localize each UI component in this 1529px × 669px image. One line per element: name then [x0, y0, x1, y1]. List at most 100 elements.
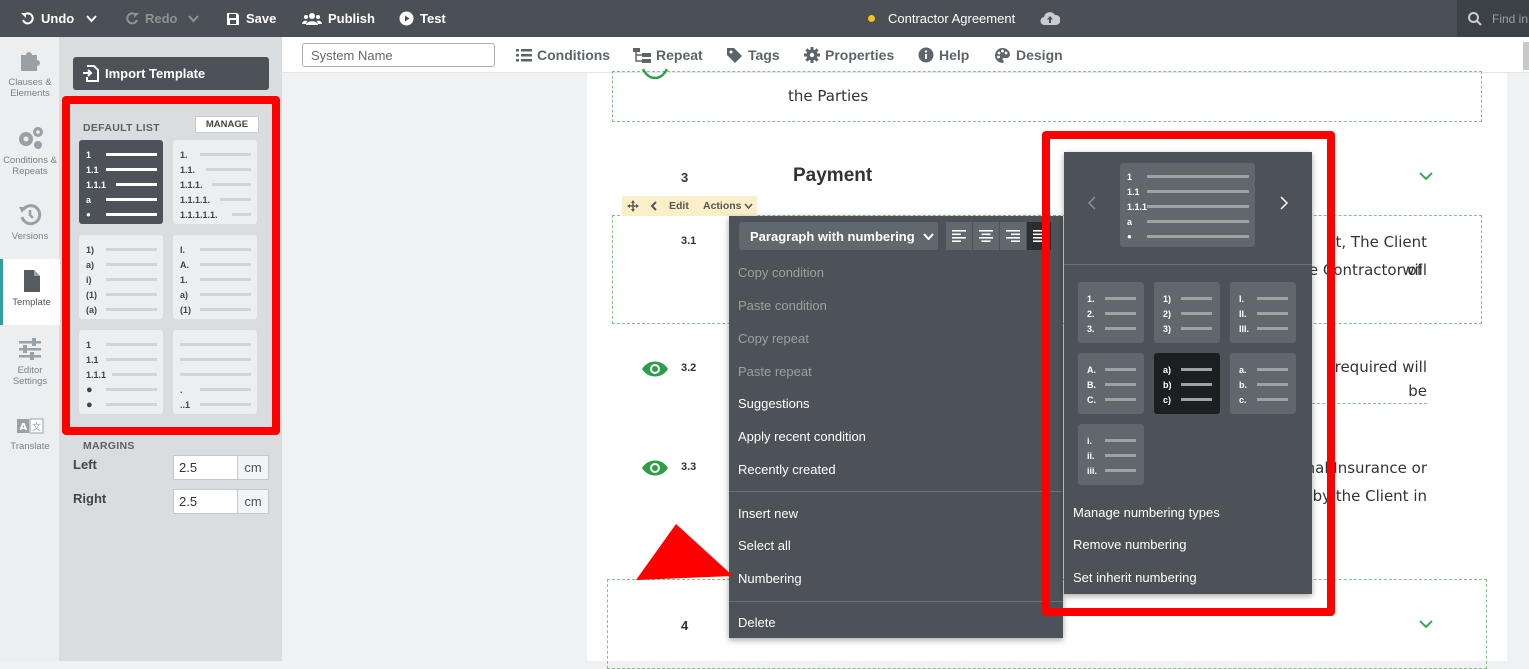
- margin-right-input[interactable]: 2.5: [173, 489, 238, 514]
- top-bar: Undo Redo Save Publish Test Contractor A…: [0, 0, 1529, 37]
- chevron-down-icon: [188, 14, 199, 22]
- paragraph-number: 3.2: [681, 362, 697, 374]
- toolbar-scrollbar[interactable]: [1523, 42, 1529, 70]
- section-number: 4: [681, 618, 689, 633]
- eye-icon[interactable]: [641, 459, 669, 477]
- nav-clauses-elements[interactable]: Clauses & Elements: [0, 47, 60, 99]
- document-title: Contractor Agreement: [868, 0, 1015, 37]
- nav-label-1: Clauses &: [8, 77, 52, 88]
- nav-label-1: Versions: [11, 231, 49, 242]
- conditions-button[interactable]: Conditions: [516, 37, 610, 73]
- margin-left-label: Left: [73, 457, 97, 472]
- copy-repeat-item[interactable]: Copy repeat: [738, 331, 809, 346]
- chevron-down-icon[interactable]: [1419, 620, 1433, 629]
- clause-box: [612, 71, 1482, 122]
- insert-new-item[interactable]: Insert new: [738, 506, 798, 521]
- paragraph-type-label: Paragraph with numbering: [750, 228, 915, 244]
- clause-text: the Parties: [788, 87, 869, 105]
- redo-button[interactable]: Redo: [125, 0, 178, 37]
- suggestions-item[interactable]: Suggestions: [738, 396, 810, 411]
- chevron-down-icon: [86, 14, 97, 22]
- paste-condition-item[interactable]: Paste condition: [738, 298, 827, 313]
- chevron-left-icon[interactable]: [650, 201, 657, 211]
- translate-icon: A文: [17, 418, 44, 434]
- conditions-label: Conditions: [537, 47, 611, 63]
- find-placeholder: Find in: [1492, 11, 1529, 26]
- document-title-label: Contractor Agreement: [888, 11, 1016, 26]
- section-title: Payment: [793, 165, 873, 186]
- properties-label: Properties: [825, 47, 895, 63]
- repeat-label: Repeat: [656, 47, 703, 63]
- nav-editor-settings[interactable]: Editor Settings: [0, 337, 60, 387]
- eye-icon[interactable]: [641, 360, 669, 378]
- nav-label-1: Conditions &: [3, 155, 57, 166]
- paragraph-context-menu: Paragraph with numbering Copy condition …: [729, 216, 1063, 638]
- redo-label: Redo: [145, 11, 178, 26]
- test-button[interactable]: Test: [399, 0, 446, 37]
- tags-button[interactable]: Tags: [726, 37, 780, 73]
- margin-right-label: Right: [73, 491, 107, 506]
- margins-heading: MARGINS: [83, 440, 135, 452]
- margin-right-unit: cm: [237, 489, 269, 514]
- svg-text:A: A: [20, 422, 28, 433]
- svg-text:文: 文: [32, 421, 41, 433]
- nav-label-2: Repeats: [12, 166, 48, 177]
- margin-left-input[interactable]: 2.5: [173, 455, 238, 480]
- align-center-button[interactable]: [973, 222, 999, 250]
- undo-button[interactable]: Undo: [21, 0, 74, 37]
- row-actions-bar: Edit Actions: [622, 196, 757, 216]
- unsaved-indicator-icon: [868, 15, 875, 22]
- publish-button[interactable]: Publish: [302, 0, 375, 37]
- recently-created-item[interactable]: Recently created: [738, 462, 836, 477]
- align-right-button[interactable]: [1000, 222, 1026, 250]
- move-icon[interactable]: [627, 200, 639, 212]
- apply-recent-condition-item[interactable]: Apply recent condition: [738, 429, 866, 444]
- numbering-item[interactable]: Numbering: [738, 571, 802, 586]
- paragraph-type-dropdown[interactable]: Paragraph with numbering: [739, 222, 938, 250]
- find-box[interactable]: Find in: [1457, 0, 1529, 37]
- chevron-down-icon[interactable]: [1419, 172, 1433, 181]
- chevron-down-icon: [922, 232, 934, 240]
- history-icon: [19, 204, 42, 226]
- redo-icon: [126, 11, 139, 24]
- system-name-input[interactable]: System Name: [302, 43, 495, 67]
- eye-icon[interactable]: [642, 65, 668, 79]
- nav-template[interactable]: Template: [0, 259, 60, 325]
- puzzle-icon: [21, 52, 40, 71]
- gears-icon: [19, 127, 43, 149]
- nav-translate[interactable]: A文 Translate: [0, 417, 60, 452]
- help-button[interactable]: Help: [918, 37, 969, 73]
- tags-label: Tags: [748, 47, 780, 63]
- nav-conditions-repeats[interactable]: Conditions & Repeats: [0, 125, 60, 177]
- test-label: Test: [420, 11, 446, 26]
- highlight-box: [1042, 131, 1335, 616]
- import-file-icon: [83, 65, 99, 82]
- save-icon: [227, 12, 239, 25]
- properties-button[interactable]: Properties: [804, 37, 894, 73]
- design-button[interactable]: Design: [994, 37, 1063, 73]
- edit-action[interactable]: Edit: [669, 200, 689, 212]
- align-left-button[interactable]: [946, 222, 972, 250]
- paste-repeat-item[interactable]: Paste repeat: [738, 364, 812, 379]
- redo-dropdown[interactable]: [188, 0, 205, 37]
- publish-label: Publish: [328, 11, 375, 26]
- select-all-item[interactable]: Select all: [738, 538, 791, 553]
- actions-dropdown[interactable]: Actions: [703, 200, 742, 212]
- section-number: 3: [681, 170, 689, 185]
- users-icon: [302, 12, 322, 25]
- paragraph-number: 3.3: [681, 461, 697, 473]
- nav-label-2: Settings: [12, 376, 48, 387]
- undo-icon: [21, 11, 34, 24]
- document-icon: [23, 270, 40, 292]
- nav-versions[interactable]: Versions: [0, 203, 60, 242]
- nav-label-2: Elements: [10, 88, 50, 99]
- sliders-icon: [19, 338, 41, 360]
- cloud-upload-icon[interactable]: [1040, 10, 1060, 26]
- undo-dropdown[interactable]: [86, 0, 103, 37]
- copy-condition-item[interactable]: Copy condition: [738, 265, 824, 280]
- save-button[interactable]: Save: [226, 0, 276, 37]
- align-left-icon: [952, 230, 966, 242]
- menu-divider: [729, 601, 1063, 602]
- delete-item[interactable]: Delete: [738, 615, 776, 630]
- import-template-button[interactable]: Import Template: [73, 57, 269, 90]
